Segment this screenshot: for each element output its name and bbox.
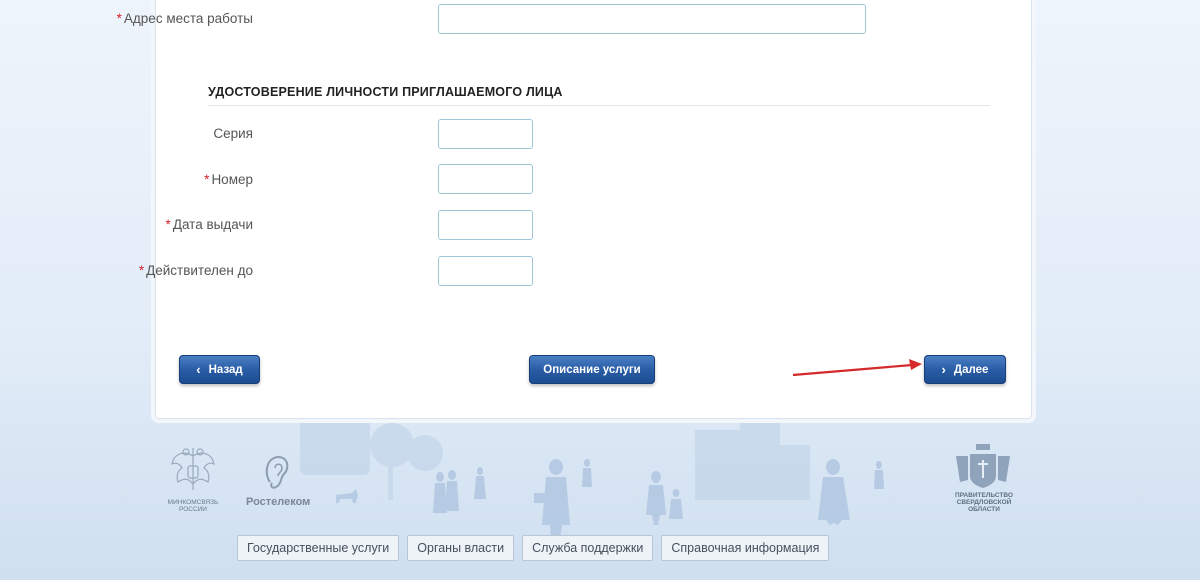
number-label: * Номер (204, 172, 253, 187)
rostelecom-logo-text: Ростелеком (246, 496, 311, 508)
ministry-logo-text: МИНКОМСВЯЗЬ РОССИИ (167, 499, 219, 513)
required-mark: * (116, 11, 122, 26)
service-description-button-label: Описание услуги (543, 363, 641, 376)
number-input[interactable] (438, 164, 533, 194)
work-address-input[interactable] (438, 4, 866, 34)
footer-link-reference-info[interactable]: Справочная информация (661, 535, 830, 561)
footer-link-gov-services[interactable]: Государственные услуги (237, 535, 400, 561)
section-divider (208, 105, 990, 106)
back-button-label: Назад (208, 363, 243, 376)
footer-link-support[interactable]: Служба поддержки (522, 535, 654, 561)
valid-until-label: * Действителен до (138, 263, 253, 278)
footer-links: Государственные услуги Органы власти Слу… (237, 535, 830, 561)
required-mark: * (165, 217, 171, 232)
next-button[interactable]: › Далее (924, 355, 1006, 384)
russian-eagle-emblem-icon (171, 448, 215, 490)
footer-link-authorities[interactable]: Органы власти (407, 535, 515, 561)
required-mark: * (138, 263, 145, 278)
back-button[interactable]: ‹ Назад (179, 355, 260, 384)
series-label: Серия (213, 126, 253, 141)
rostelecom-ear-icon (265, 455, 289, 489)
sverdlovsk-coat-of-arms-icon (956, 444, 1010, 488)
required-mark: * (204, 172, 210, 187)
identity-document-section-title: УДОСТОВЕРЕНИЕ ЛИЧНОСТИ ПРИГЛАШАЕМОГО ЛИЦ… (208, 85, 563, 99)
chevron-right-icon: › (941, 362, 946, 377)
chevron-left-icon: ‹ (196, 362, 201, 377)
form-card: * Адрес места работы УДОСТОВЕРЕНИЕ ЛИЧНОС… (117, 0, 1032, 419)
service-description-button[interactable]: Описание услуги (529, 355, 655, 384)
series-input[interactable] (438, 119, 533, 149)
valid-until-input[interactable] (438, 256, 533, 286)
issue-date-input[interactable] (438, 210, 533, 240)
sverdlovsk-government-logo-text: ПРАВИТЕЛЬСТВО СВЕРДЛОВСКОЙ ОБЛАСТИ (955, 492, 1013, 513)
next-button-label: Далее (953, 363, 989, 376)
issue-date-label: * Дата выдачи (165, 217, 253, 232)
work-address-label: * Адрес места работы (116, 11, 253, 26)
